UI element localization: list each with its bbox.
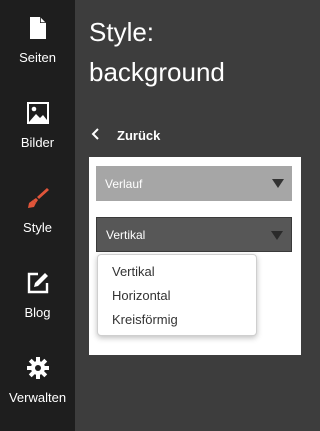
select-value: Verlauf	[105, 176, 143, 191]
edit-icon	[27, 271, 49, 295]
dropdown-option-kreisfoermig[interactable]: Kreisförmig	[98, 308, 256, 332]
direction-dropdown-menu: Vertikal Horizontal Kreisförmig	[97, 254, 257, 336]
sidebar-item-label: Blog	[24, 305, 51, 320]
select-value: Vertikal	[106, 227, 146, 242]
brush-icon	[26, 186, 50, 210]
main-panel: Style: background Zurück Verlauf Vertika…	[75, 0, 311, 431]
sidebar-item-label: Seiten	[19, 50, 56, 65]
sidebar-item-label: Verwalten	[8, 390, 67, 405]
dropdown-option-vertikal[interactable]: Vertikal	[98, 260, 256, 284]
sidebar-item-verwalten[interactable]: Verwalten	[0, 340, 75, 425]
caret-down-icon	[271, 231, 283, 240]
gradient-direction-select[interactable]: Vertikal	[96, 217, 292, 252]
sidebar: Seiten Bilder Style Blog Verwalten	[0, 0, 75, 431]
dropdown-option-horizontal[interactable]: Horizontal	[98, 284, 256, 308]
page-icon	[29, 16, 46, 40]
sidebar-item-bilder[interactable]: Bilder	[0, 85, 75, 170]
image-icon	[26, 101, 49, 125]
sidebar-item-label: Bilder	[20, 135, 55, 150]
page-title: Style: background	[89, 12, 309, 92]
caret-down-icon	[272, 179, 284, 188]
back-label: Zurück	[117, 127, 161, 143]
settings-panel: Verlauf Vertikal Vertikal Horizontal Kre…	[89, 157, 301, 355]
chevron-left-icon	[91, 127, 103, 143]
back-button[interactable]: Zurück	[91, 124, 160, 146]
sidebar-item-style[interactable]: Style	[0, 170, 75, 255]
sidebar-item-blog[interactable]: Blog	[0, 255, 75, 340]
page-title-line1: Style:	[89, 17, 155, 47]
background-type-select[interactable]: Verlauf	[96, 166, 292, 201]
sidebar-item-label: Style	[23, 220, 52, 235]
gear-icon	[26, 356, 49, 380]
sidebar-item-seiten[interactable]: Seiten	[0, 0, 75, 85]
page-title-line2: background	[89, 57, 225, 87]
